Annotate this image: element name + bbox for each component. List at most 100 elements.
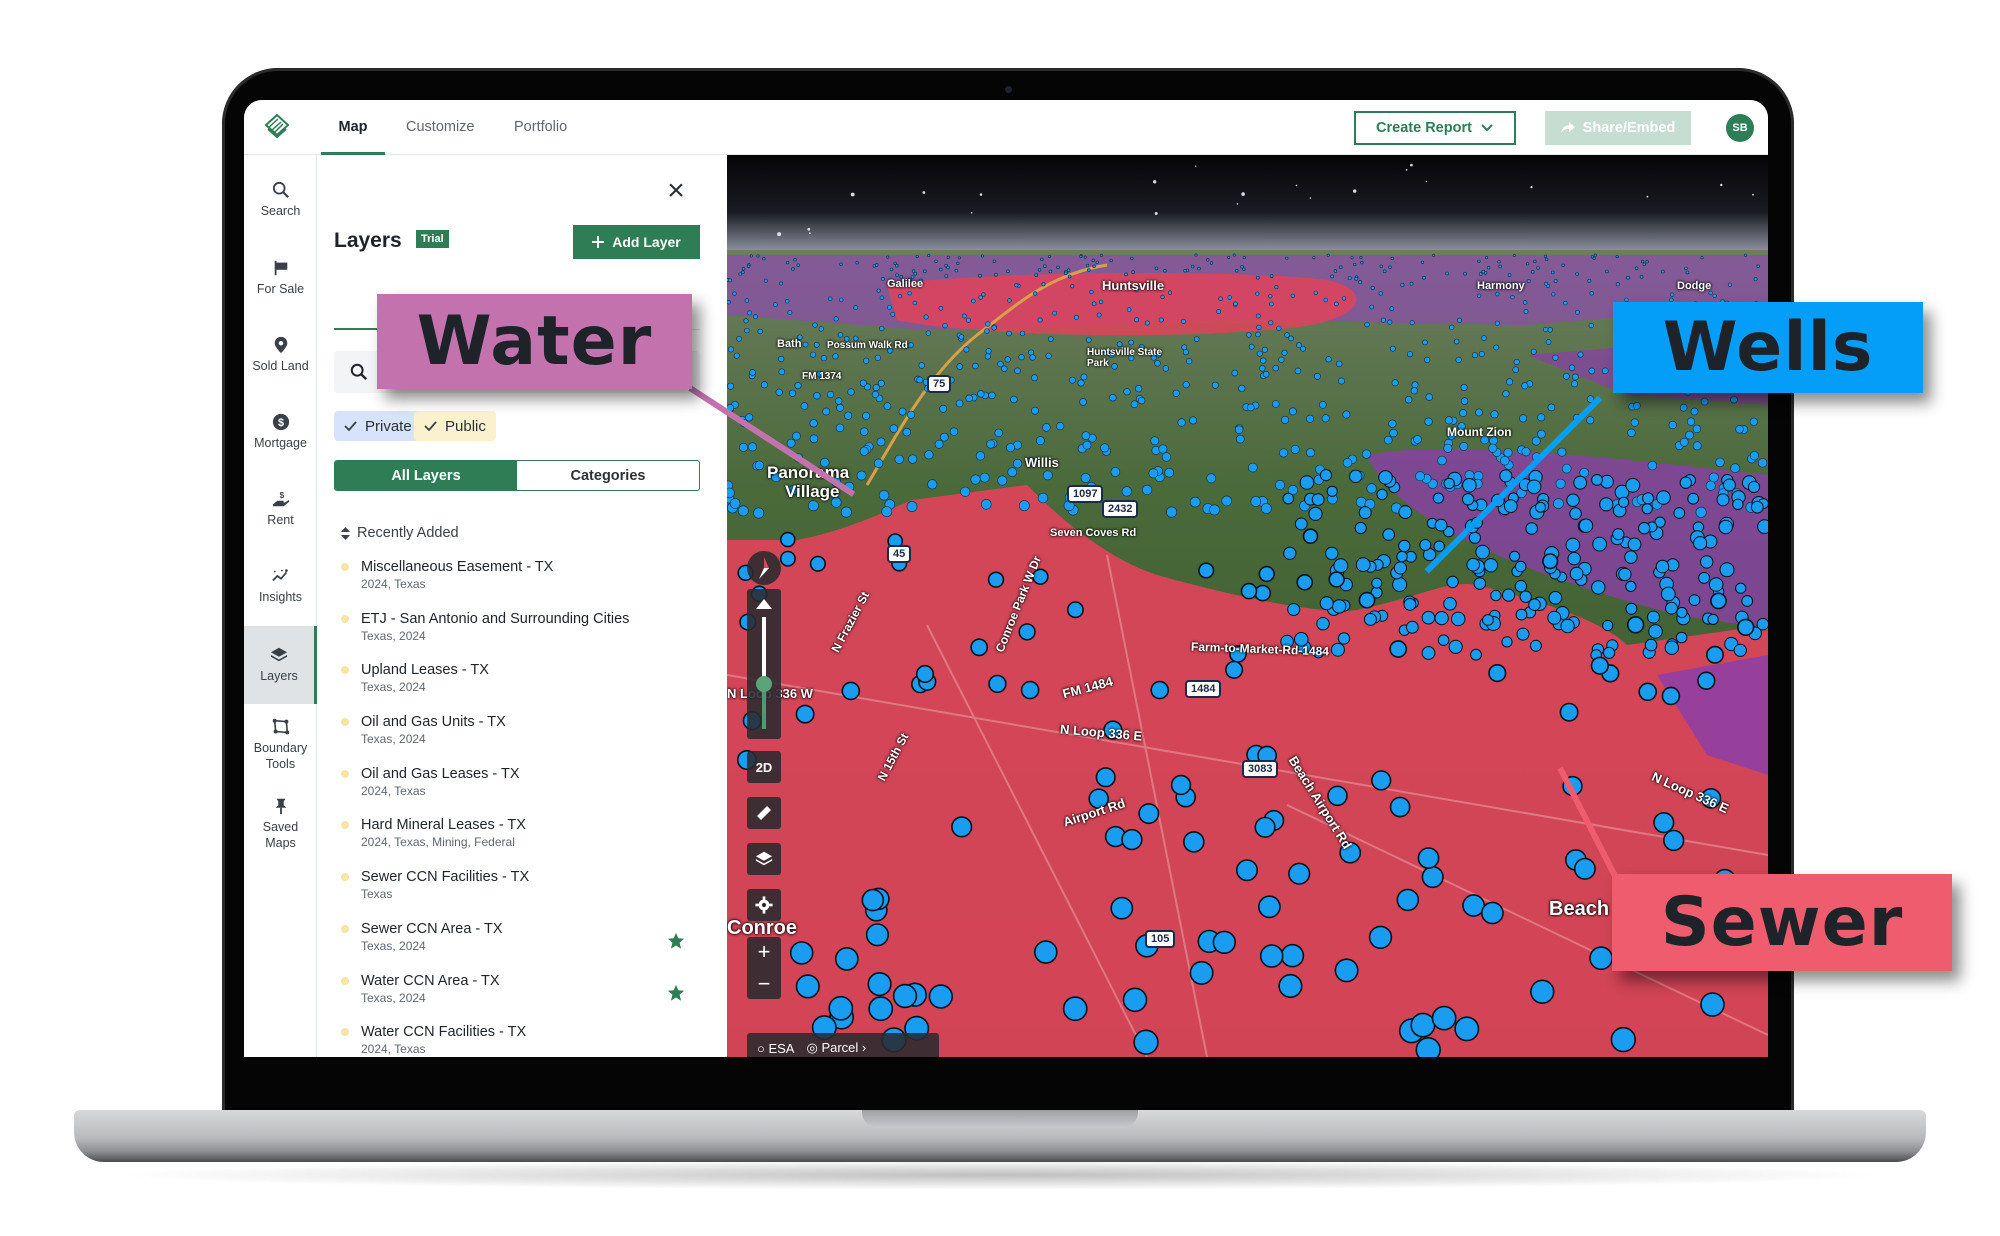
well-point <box>736 336 742 342</box>
well-point <box>737 505 749 517</box>
sidebar-item-insights[interactable]: Insights <box>244 549 317 623</box>
well-point <box>1122 987 1148 1013</box>
well-point <box>1189 496 1201 508</box>
well-point <box>958 334 965 340</box>
parcel-toggle[interactable]: ◎ Parcel › <box>806 1040 866 1056</box>
well-point <box>1095 767 1116 788</box>
well-point <box>757 328 763 335</box>
well-point <box>1227 255 1231 259</box>
well-point <box>1080 373 1088 381</box>
well-point <box>1679 403 1688 412</box>
tilt-slider[interactable] <box>747 589 781 739</box>
well-point <box>1490 589 1502 602</box>
well-point <box>1014 283 1019 288</box>
wells-callout: Wells <box>1613 302 1923 393</box>
well-point <box>1037 268 1042 272</box>
sidebar-item-mortgage[interactable]: $ Mortgage <box>244 395 317 469</box>
well-point <box>1485 256 1489 260</box>
star-icon[interactable] <box>667 984 685 1002</box>
well-point <box>1409 281 1414 286</box>
user-avatar[interactable]: SB <box>1726 114 1754 142</box>
well-point <box>1551 292 1556 297</box>
well-point <box>1432 253 1436 257</box>
well-point <box>1268 294 1273 299</box>
layer-list-item[interactable]: Upland Leases - TX Texas, 2024 <box>341 661 701 713</box>
app-logo-icon[interactable] <box>262 112 292 142</box>
well-point <box>1749 417 1758 426</box>
sidebar-item-layers[interactable]: Layers <box>244 626 317 704</box>
create-report-button[interactable]: Create Report <box>1354 111 1516 145</box>
compass-button[interactable] <box>747 551 781 585</box>
segment-all-layers[interactable]: All Layers <box>335 461 517 490</box>
map-layers-button[interactable] <box>747 843 781 875</box>
zoom-out-button[interactable]: − <box>758 971 771 997</box>
sidebar-item-search[interactable]: Search <box>244 163 317 237</box>
well-point <box>1004 356 1011 363</box>
sidebar-label: Search <box>260 203 301 218</box>
well-point <box>1332 599 1347 614</box>
layer-list-item[interactable]: Oil and Gas Leases - TX 2024, Texas <box>341 765 701 817</box>
well-point <box>1512 254 1516 258</box>
2d-toggle-button[interactable]: 2D <box>747 751 781 783</box>
nav-tab-map[interactable]: Map <box>321 100 385 155</box>
well-point <box>1615 255 1619 259</box>
layer-list-item[interactable]: Sewer CCN Facilities - TX Texas <box>341 868 701 920</box>
layer-list-item[interactable]: Water CCN Area - TX Texas, 2024 <box>341 972 701 1024</box>
well-point <box>744 298 750 303</box>
tilt-handle[interactable] <box>756 676 772 693</box>
layer-list-item[interactable]: Water CCN Facilities - TX 2024, Texas <box>341 1023 701 1057</box>
well-point <box>853 305 858 310</box>
layer-list-item[interactable]: Miscellaneous Easement - TX 2024, Texas <box>341 558 701 610</box>
star-icon[interactable] <box>667 932 685 950</box>
star <box>970 212 973 214</box>
well-point <box>1254 584 1272 602</box>
well-point <box>872 384 880 392</box>
well-point <box>1099 253 1103 257</box>
layer-list-item[interactable]: Hard Mineral Leases - TX 2024, Texas, Min… <box>341 816 701 868</box>
well-point <box>1647 610 1660 624</box>
nav-tab-portfolio[interactable]: Portfolio <box>514 100 567 155</box>
well-point <box>1198 562 1215 579</box>
well-point <box>1656 490 1671 505</box>
marketing-mockup: Map Customize Portfolio Create Report Sh… <box>0 0 2000 1236</box>
well-point <box>992 259 996 263</box>
well-point <box>1410 1012 1436 1038</box>
sidebar-item-for-sale[interactable]: For Sale <box>244 241 317 315</box>
map-settings-button[interactable] <box>747 889 781 921</box>
svg-text:$: $ <box>278 417 284 429</box>
share-embed-button[interactable]: Share/Embed <box>1545 111 1691 145</box>
well-point <box>1715 457 1725 468</box>
filter-chip-private[interactable]: Private <box>334 411 422 441</box>
nav-tab-customize[interactable]: Customize <box>406 100 475 155</box>
sidebar-item-saved-maps[interactable]: Saved Maps <box>244 785 317 863</box>
well-point <box>1475 408 1483 417</box>
sidebar-item-rent[interactable]: $ Rent <box>244 472 317 546</box>
measure-button[interactable] <box>747 797 781 829</box>
layer-list-item[interactable]: ETJ - San Antonio and Surrounding Cities… <box>341 610 701 662</box>
layer-list-item[interactable]: Sewer CCN Area - TX Texas, 2024 <box>341 920 701 972</box>
map-label-huntsville-park: Huntsville State Park <box>1087 347 1163 369</box>
well-point <box>1450 611 1466 627</box>
well-point <box>1627 537 1642 552</box>
esa-toggle[interactable]: ○ ESA <box>757 1041 794 1056</box>
sidebar-item-boundary-tools[interactable]: Boundary Tools <box>244 706 317 784</box>
panel-title: Layers <box>334 229 402 252</box>
well-point <box>1349 469 1363 483</box>
well-point <box>985 348 992 355</box>
zoom-in-button[interactable]: + <box>758 939 771 965</box>
well-point <box>1461 493 1475 506</box>
well-point <box>1400 282 1405 287</box>
well-point <box>934 259 938 263</box>
sort-recently-added[interactable]: Recently Added <box>341 525 459 541</box>
filter-chip-public[interactable]: Public <box>414 411 496 441</box>
well-point <box>1421 610 1436 625</box>
add-layer-button[interactable]: Add Layer <box>573 225 700 259</box>
well-point <box>1632 402 1641 410</box>
sidebar-item-sold-land[interactable]: Sold Land <box>244 318 317 392</box>
well-point <box>1457 317 1463 323</box>
well-point <box>1182 381 1190 389</box>
layer-list-item[interactable]: Oil and Gas Units - TX Texas, 2024 <box>341 713 701 765</box>
close-icon[interactable]: × <box>664 176 688 206</box>
segment-categories[interactable]: Categories <box>517 461 699 490</box>
layer-status-dot <box>341 976 349 985</box>
